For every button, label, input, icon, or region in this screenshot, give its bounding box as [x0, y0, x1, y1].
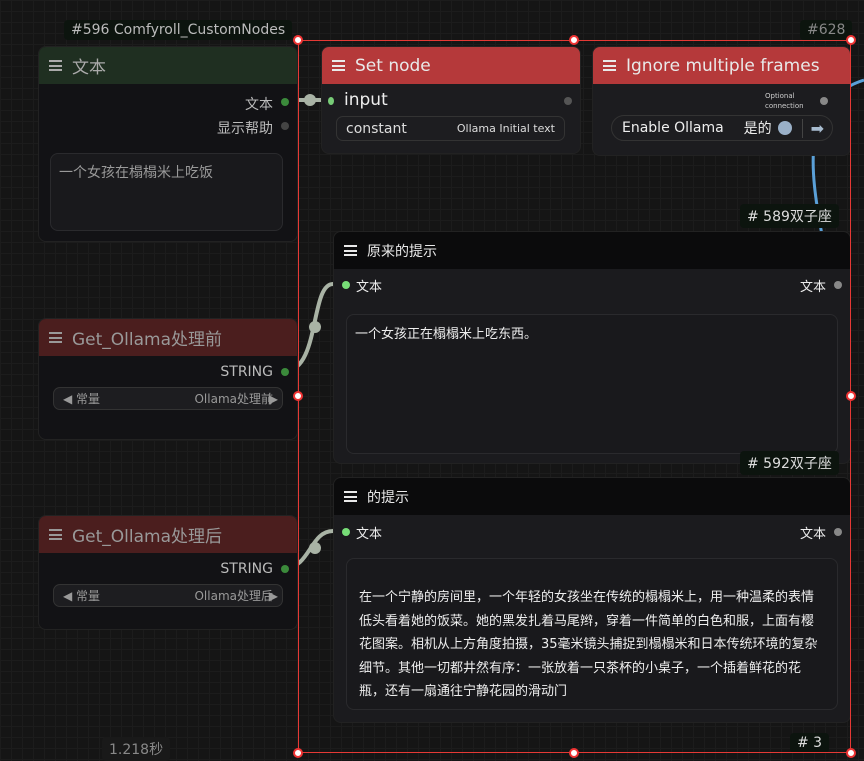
link-midpoint: [309, 542, 321, 554]
output-slot[interactable]: [281, 368, 289, 376]
node-header[interactable]: Get_Ollama处理后: [39, 516, 297, 553]
widget-label: constant: [346, 120, 407, 137]
constant-widget[interactable]: ◀ 常量 Ollama处理后 ▶: [53, 584, 283, 607]
widget-label: 常量: [76, 392, 101, 406]
resize-handle[interactable]: [846, 748, 856, 758]
group-badge: # 3: [790, 733, 830, 753]
menu-icon[interactable]: [344, 245, 357, 256]
output-label: 显示帮助: [217, 121, 273, 137]
resize-handle[interactable]: [293, 35, 303, 45]
output-slot[interactable]: [281, 122, 289, 130]
node-header[interactable]: Set node: [322, 47, 580, 84]
widget-value: Ollama处理后: [194, 589, 273, 603]
node-badge: #596 Comfyroll_CustomNodes: [64, 20, 293, 40]
resize-handle[interactable]: [293, 748, 303, 758]
node-title: Get_Ollama处理后: [72, 527, 223, 547]
output-slot[interactable]: [834, 281, 842, 289]
node-header[interactable]: 原来的提示: [334, 232, 850, 269]
node-header[interactable]: Ignore multiple frames: [593, 47, 850, 84]
text-area[interactable]: 一个女孩正在榻榻米上吃东西。: [346, 314, 838, 454]
link-midpoint: [309, 321, 321, 333]
node-header[interactable]: 文本: [39, 47, 297, 84]
node-title: Set node: [355, 55, 431, 76]
node-title: 的提示: [367, 489, 409, 506]
text-area[interactable]: 在一个宁静的房间里，一个年轻的女孩坐在传统的榻榻米上，用一种温柔的表情低头看着她…: [346, 558, 838, 710]
resize-handle[interactable]: [846, 35, 856, 45]
toggle-label: Enable Ollama: [622, 120, 724, 136]
input-slot[interactable]: [342, 528, 350, 536]
node-title: 文本: [72, 58, 106, 78]
prompt-node[interactable]: 的提示 文本 文本 在一个宁静的房间里，一个年轻的女孩坐在传统的榻榻米上，用一种…: [333, 477, 851, 723]
menu-icon[interactable]: [49, 332, 62, 343]
arrow-right-icon[interactable]: ➡: [801, 118, 832, 138]
node-title: 原来的提示: [367, 243, 437, 260]
enable-ollama-toggle[interactable]: Enable Ollama 是的 ➡: [611, 115, 833, 141]
link-midpoint: [304, 94, 316, 106]
output-label: 文本: [799, 280, 826, 295]
text-node[interactable]: 文本 文本 显示帮助 一个女孩在榻榻米上吃饭: [38, 46, 298, 242]
resize-handle[interactable]: [293, 391, 303, 401]
menu-icon[interactable]: [49, 60, 62, 71]
text-area[interactable]: 一个女孩在榻榻米上吃饭: [50, 153, 283, 231]
node-title: Ignore multiple frames: [626, 55, 820, 76]
output-slot[interactable]: [820, 97, 828, 105]
constant-widget[interactable]: ◀ 常量 Ollama处理前 ▶: [53, 387, 283, 410]
output-slot[interactable]: [281, 98, 289, 106]
menu-icon[interactable]: [344, 491, 357, 502]
node-header[interactable]: 的提示: [334, 478, 850, 515]
resize-handle[interactable]: [846, 391, 856, 401]
ignore-frames-node[interactable]: Ignore multiple frames Optional connecti…: [592, 46, 851, 156]
output-slot[interactable]: [281, 565, 289, 573]
toggle-value: 是的: [743, 121, 772, 137]
input-slot[interactable]: [328, 97, 334, 105]
resize-handle[interactable]: [569, 35, 579, 45]
input-label: 文本: [356, 280, 383, 295]
optional-connection-label: Optional connection: [765, 92, 804, 110]
input-label: input: [344, 90, 388, 110]
execution-time: 1.218秒: [102, 737, 171, 761]
input-slot[interactable]: [342, 281, 350, 289]
widget-label: 常量: [76, 589, 101, 603]
node-title: Get_Ollama处理前: [72, 330, 223, 350]
resize-handle[interactable]: [569, 748, 579, 758]
widget-value: Ollama处理前: [194, 392, 273, 406]
node-badge: #628: [800, 20, 853, 40]
input-label: 文本: [356, 527, 383, 542]
output-label: STRING: [220, 561, 273, 577]
original-prompt-node[interactable]: 原来的提示 文本 文本 一个女孩正在榻榻米上吃东西。: [333, 231, 851, 464]
get-ollama-before-node[interactable]: Get_Ollama处理前 STRING ◀ 常量 Ollama处理前 ▶: [38, 318, 298, 440]
menu-icon[interactable]: [603, 60, 616, 71]
toggle-knob-icon: [777, 121, 792, 135]
widget-value: Ollama Initial text: [456, 122, 555, 135]
output-slot[interactable]: [564, 97, 572, 105]
get-ollama-after-node[interactable]: Get_Ollama处理后 STRING ◀ 常量 Ollama处理后 ▶: [38, 515, 298, 630]
node-badge: # 589双子座: [740, 204, 839, 228]
menu-icon[interactable]: [332, 60, 345, 71]
menu-icon[interactable]: [49, 529, 62, 540]
node-header[interactable]: Get_Ollama处理前: [39, 319, 297, 356]
set-node[interactable]: Set node input constant Ollama Initial te…: [321, 46, 581, 154]
node-badge: # 592双子座: [740, 451, 839, 475]
constant-widget[interactable]: constant Ollama Initial text: [336, 116, 565, 141]
output-label: 文本: [799, 527, 826, 542]
output-slot[interactable]: [834, 528, 842, 536]
output-label: STRING: [220, 364, 273, 380]
output-label: 文本: [245, 97, 273, 113]
